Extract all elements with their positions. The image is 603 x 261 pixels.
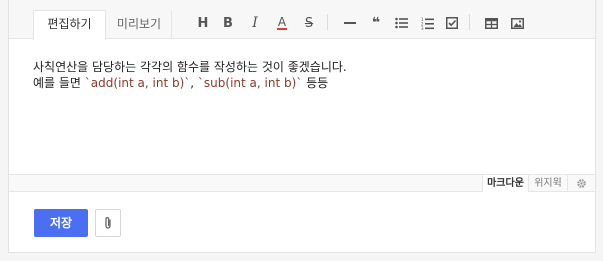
- mode-markdown[interactable]: 마크다운: [482, 175, 528, 192]
- content-line-1: 사칙연산을 담당하는 각각의 함수를 작성하는 것이 좋겠습니다.: [33, 60, 347, 74]
- editor-content[interactable]: 사칙연산을 담당하는 각각의 함수를 작성하는 것이 좋겠습니다. 예를 들면 …: [33, 59, 573, 91]
- table-icon: [484, 17, 498, 29]
- italic-icon: I: [252, 15, 258, 31]
- italic-button[interactable]: I: [244, 12, 266, 34]
- quote-button[interactable]: ❝: [365, 12, 387, 34]
- inline-code: `add(int a, int b)`: [84, 76, 191, 90]
- editor-toolbar: 편집하기 미리보기 H B I A S ❝ 1 2 3: [9, 0, 595, 40]
- paperclip-icon: [105, 217, 111, 229]
- table-button[interactable]: [480, 12, 502, 34]
- ordered-list-button[interactable]: 1 2 3: [416, 12, 438, 34]
- bullet-list-button[interactable]: [390, 12, 412, 34]
- heading-button[interactable]: H: [192, 12, 214, 34]
- horizontal-rule-icon: [344, 22, 356, 24]
- task-list-button[interactable]: [441, 12, 463, 34]
- text-segment: 예를 들면: [33, 76, 85, 90]
- strikethrough-button[interactable]: S: [298, 12, 320, 34]
- text-segment: ,: [190, 76, 198, 90]
- svg-text:3: 3: [421, 26, 424, 30]
- horizontal-rule-button[interactable]: [339, 12, 361, 34]
- content-line-2: 예를 들면 `add(int a, int b)`, `sub(int a, i…: [33, 75, 573, 91]
- bold-button[interactable]: B: [217, 12, 239, 34]
- toolbar-divider: [469, 14, 470, 30]
- checkbox-icon: [446, 17, 458, 29]
- bullet-list-icon: [394, 17, 408, 29]
- toolbar-divider: [327, 14, 328, 30]
- tab-preview[interactable]: 미리보기: [106, 10, 172, 39]
- text-color-button[interactable]: A: [271, 12, 293, 34]
- ordered-list-icon: 1 2 3: [421, 17, 434, 30]
- text-segment: 등등: [302, 76, 329, 90]
- editor: 편집하기 미리보기 H B I A S ❝ 1 2 3 사칙연산을 담당하는 각…: [8, 0, 596, 253]
- bold-icon: B: [223, 15, 233, 31]
- tab-edit[interactable]: 편집하기: [33, 10, 106, 40]
- quote-icon: ❝: [371, 15, 381, 31]
- settings-button[interactable]: [567, 175, 595, 192]
- heading-icon: H: [197, 15, 209, 31]
- image-button[interactable]: [506, 12, 528, 34]
- image-icon: [510, 17, 524, 29]
- inline-code: `sub(int a, int b)`: [197, 76, 303, 90]
- mode-switch-bar: 마크다운 위지윅: [9, 174, 595, 192]
- save-button[interactable]: 저장: [34, 209, 88, 237]
- mode-wysiwyg[interactable]: 위지윅: [528, 175, 567, 192]
- gear-icon: [577, 179, 586, 188]
- strikethrough-icon: S: [304, 15, 314, 31]
- text-color-icon: A: [276, 15, 288, 30]
- attach-button[interactable]: [95, 209, 121, 237]
